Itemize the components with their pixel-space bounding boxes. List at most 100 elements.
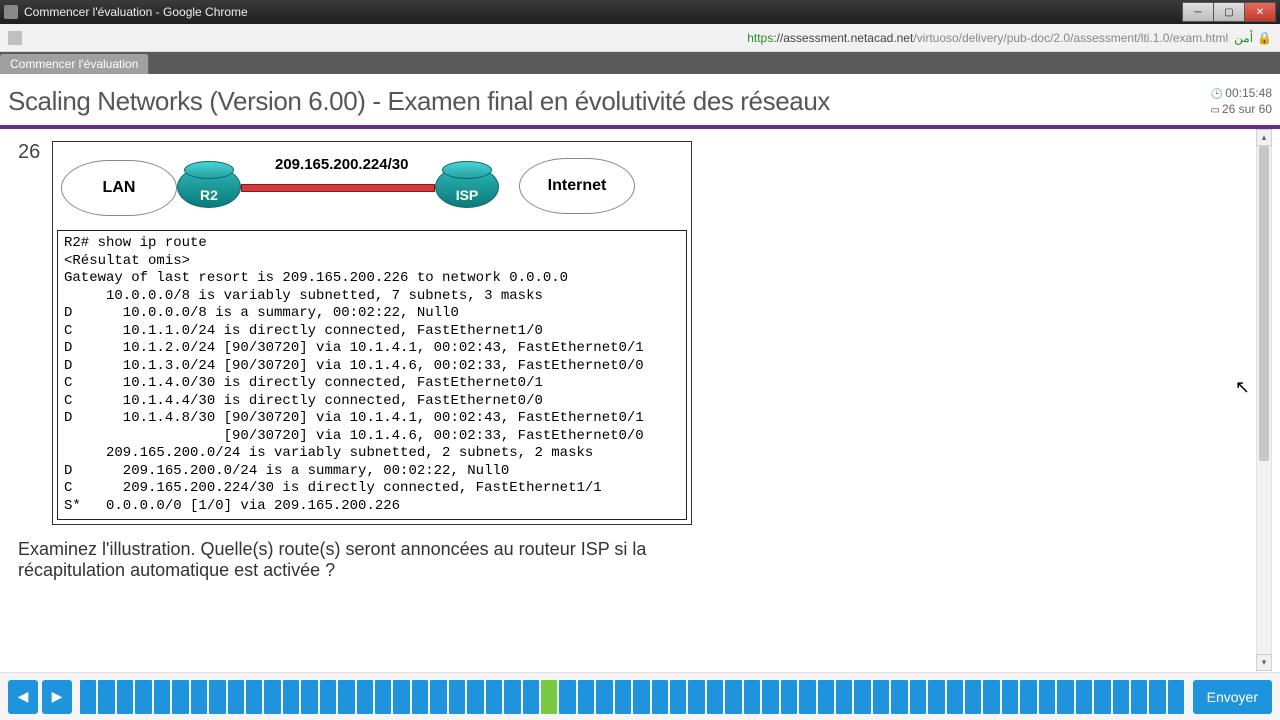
question-cell-55[interactable]: [1076, 680, 1092, 714]
mouse-cursor-icon: ↖: [1235, 377, 1250, 398]
question-cell-42[interactable]: [836, 680, 852, 714]
question-cell-38[interactable]: [762, 680, 778, 714]
question-cell-40[interactable]: [799, 680, 815, 714]
browser-tabbar: Commencer l'évaluation: [0, 52, 1280, 74]
question-cell-48[interactable]: [947, 680, 963, 714]
question-cell-30[interactable]: [615, 680, 631, 714]
exam-status: 🕒00:15:48 ▭26 sur 60: [1211, 86, 1273, 117]
question-cell-20[interactable]: [430, 680, 446, 714]
question-cell-49[interactable]: [965, 680, 981, 714]
question-cell-31[interactable]: [633, 680, 649, 714]
cloud-lan: LAN: [61, 160, 177, 216]
scroll-up-icon[interactable]: ▴: [1256, 129, 1272, 146]
lock-icon: 🔒: [1257, 31, 1272, 45]
question-cell-51[interactable]: [1002, 680, 1018, 714]
question-cell-35[interactable]: [707, 680, 723, 714]
question-cell-13[interactable]: [301, 680, 317, 714]
question-cell-2[interactable]: [98, 680, 114, 714]
url-protocol: https: [747, 31, 773, 45]
question-cell-45[interactable]: [891, 680, 907, 714]
question-cell-9[interactable]: [228, 680, 244, 714]
question-cell-53[interactable]: [1039, 680, 1055, 714]
scroll-down-icon[interactable]: ▾: [1256, 654, 1272, 671]
question-cell-32[interactable]: [652, 680, 668, 714]
browser-tab[interactable]: Commencer l'évaluation: [0, 54, 149, 74]
question-cell-26[interactable]: [541, 680, 557, 714]
exam-progress: 26 sur 60: [1222, 102, 1272, 116]
question-cell-59[interactable]: [1149, 680, 1165, 714]
question-grid: [80, 680, 1185, 714]
question-cell-14[interactable]: [320, 680, 336, 714]
question-cell-10[interactable]: [246, 680, 262, 714]
assessment-page: Scaling Networks (Version 6.00) - Examen…: [0, 74, 1280, 720]
question-cell-52[interactable]: [1020, 680, 1036, 714]
question-cell-34[interactable]: [688, 680, 704, 714]
url-host: ://assessment.netacad.net: [773, 31, 913, 45]
question-cell-54[interactable]: [1057, 680, 1073, 714]
prev-button[interactable]: ◀: [8, 680, 38, 714]
window-favicon: [4, 5, 18, 19]
question-cell-27[interactable]: [559, 680, 575, 714]
question-text: Examinez l'illustration. Quelle(s) route…: [18, 539, 658, 581]
question-cell-37[interactable]: [744, 680, 760, 714]
question-cell-44[interactable]: [873, 680, 889, 714]
question-cell-60[interactable]: [1168, 680, 1184, 714]
question-nav-bar: ◀ ▶ Envoyer: [0, 672, 1280, 720]
router-r2: R2: [177, 166, 241, 208]
exam-title: Scaling Networks (Version 6.00) - Examen…: [0, 74, 1280, 129]
question-cell-15[interactable]: [338, 680, 354, 714]
exhibit-box: LAN R2 209.165.200.224/30 ISP Internet R…: [52, 141, 692, 525]
question-cell-28[interactable]: [578, 680, 594, 714]
question-cell-39[interactable]: [781, 680, 797, 714]
question-cell-46[interactable]: [910, 680, 926, 714]
question-cell-36[interactable]: [725, 680, 741, 714]
scroll-track[interactable]: [1256, 146, 1272, 654]
question-cell-7[interactable]: [191, 680, 207, 714]
question-cell-25[interactable]: [523, 680, 539, 714]
question-cell-6[interactable]: [172, 680, 188, 714]
scrollbar[interactable]: ▴ ▾: [1256, 129, 1272, 671]
question-cell-57[interactable]: [1113, 680, 1129, 714]
address-bar: https://assessment.netacad.net/virtuoso/…: [0, 24, 1280, 52]
question-cell-5[interactable]: [154, 680, 170, 714]
question-cell-17[interactable]: [375, 680, 391, 714]
url-display[interactable]: https://assessment.netacad.net/virtuoso/…: [747, 31, 1228, 45]
scroll-thumb[interactable]: [1259, 146, 1269, 461]
close-button[interactable]: ✕: [1244, 2, 1276, 22]
cloud-internet: Internet: [519, 158, 635, 214]
question-cell-18[interactable]: [393, 680, 409, 714]
clock-icon: 🕒: [1211, 89, 1223, 100]
question-cell-33[interactable]: [670, 680, 686, 714]
question-cell-8[interactable]: [209, 680, 225, 714]
question-cell-1[interactable]: [80, 680, 96, 714]
question-cell-12[interactable]: [283, 680, 299, 714]
secure-label: أمن: [1234, 31, 1253, 45]
router-isp: ISP: [435, 166, 499, 208]
question-cell-11[interactable]: [264, 680, 280, 714]
page-icon: ▭: [1211, 105, 1220, 116]
question-cell-23[interactable]: [486, 680, 502, 714]
maximize-button[interactable]: ▢: [1213, 2, 1245, 22]
router-isp-label: ISP: [456, 187, 479, 203]
question-cell-47[interactable]: [928, 680, 944, 714]
question-cell-29[interactable]: [596, 680, 612, 714]
question-cell-43[interactable]: [854, 680, 870, 714]
question-cell-41[interactable]: [818, 680, 834, 714]
router-r2-label: R2: [200, 187, 218, 203]
minimize-button[interactable]: ─: [1182, 2, 1214, 22]
exam-timer: 00:15:48: [1225, 86, 1272, 100]
question-cell-22[interactable]: [467, 680, 483, 714]
question-cell-50[interactable]: [983, 680, 999, 714]
question-cell-16[interactable]: [357, 680, 373, 714]
question-cell-21[interactable]: [449, 680, 465, 714]
question-cell-4[interactable]: [135, 680, 151, 714]
subnet-label: 209.165.200.224/30: [275, 156, 408, 173]
question-cell-24[interactable]: [504, 680, 520, 714]
question-cell-56[interactable]: [1094, 680, 1110, 714]
network-diagram: LAN R2 209.165.200.224/30 ISP Internet: [57, 146, 687, 224]
next-button[interactable]: ▶: [42, 680, 72, 714]
question-cell-58[interactable]: [1131, 680, 1147, 714]
question-cell-19[interactable]: [412, 680, 428, 714]
question-cell-3[interactable]: [117, 680, 133, 714]
submit-button[interactable]: Envoyer: [1193, 680, 1272, 714]
